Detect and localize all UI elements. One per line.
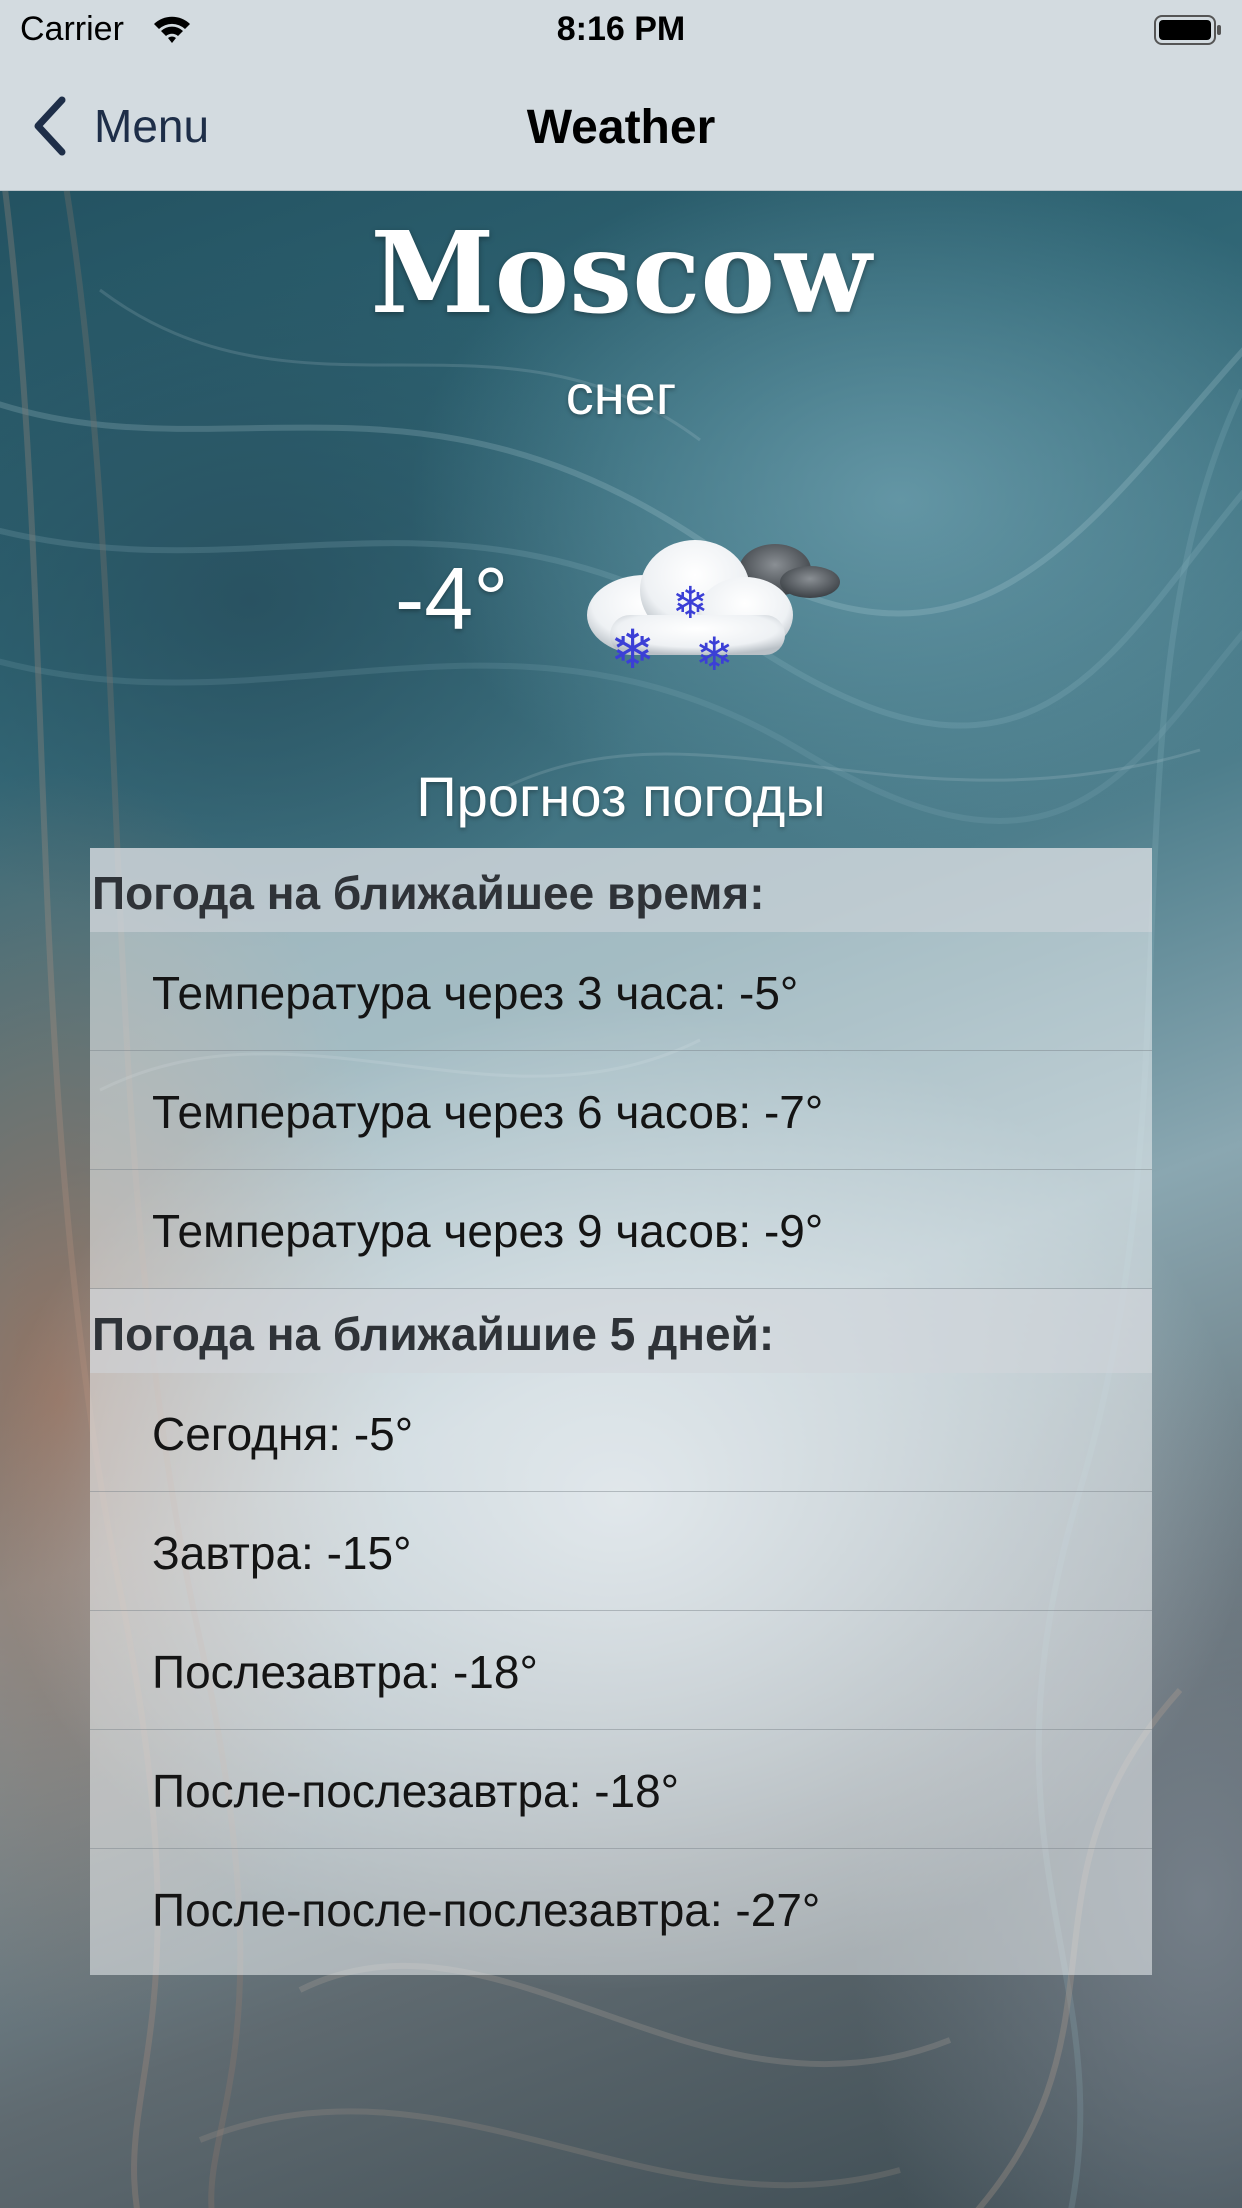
top-bar: Carrier 8:16 PM Menu Weather <box>0 0 1242 191</box>
nav-title: Weather <box>526 101 716 154</box>
forecast-row[interactable]: Температура через 3 часа: -5° <box>90 932 1152 1051</box>
forecast-title: Прогноз погоды <box>416 765 826 828</box>
navigation-bar: Menu Weather <box>0 60 1242 190</box>
forecast-row[interactable]: Температура через 6 часов: -7° <box>90 1051 1152 1170</box>
forecast-row[interactable]: После-послезавтра: -18° <box>90 1730 1152 1849</box>
snow-cloud-icon: ❄ ❄ ❄ <box>587 540 840 680</box>
weather-screen: Carrier 8:16 PM Menu Weather Moscow снег… <box>0 0 1242 2208</box>
current-temperature: -4° <box>395 549 509 648</box>
status-bar: Carrier 8:16 PM <box>0 0 1242 60</box>
battery-icon <box>1154 15 1221 45</box>
snowflake-icon: ❄ <box>695 627 734 680</box>
city-name: Moscow <box>370 208 872 339</box>
forecast-row[interactable]: Сегодня: -5° <box>90 1373 1152 1492</box>
forecast-row[interactable]: Послезавтра: -18° <box>90 1611 1152 1730</box>
snowflake-icon: ❄ <box>672 578 709 629</box>
section-header-five-days: Погода на ближайшие 5 дней: <box>90 1289 1152 1373</box>
forecast-row[interactable]: После-после-послезавтра: -27° <box>90 1849 1152 1975</box>
weather-condition: снег <box>565 363 677 426</box>
forecast-table: Погода на ближайшее время: Температура ч… <box>90 848 1152 1975</box>
forecast-row[interactable]: Завтра: -15° <box>90 1492 1152 1611</box>
section-header-short-term: Погода на ближайшее время: <box>90 848 1152 932</box>
status-time: 8:16 PM <box>556 10 686 48</box>
forecast-row[interactable]: Температура через 9 часов: -9° <box>90 1170 1152 1289</box>
snowflake-icon: ❄ <box>610 618 655 680</box>
